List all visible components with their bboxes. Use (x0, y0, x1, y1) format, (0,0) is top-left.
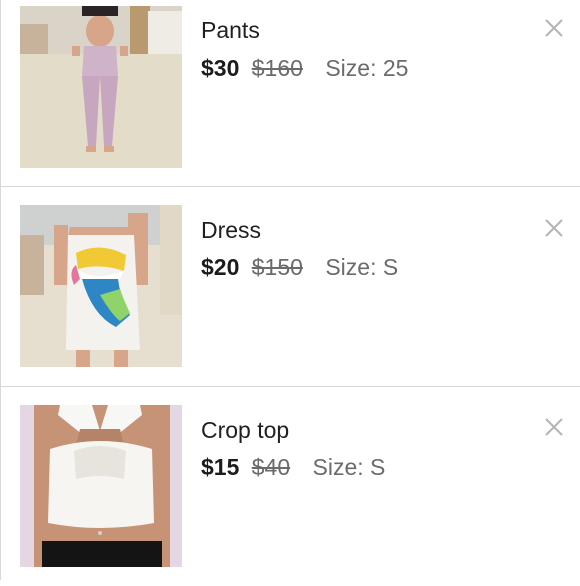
list-item-dress[interactable]: Dress $20 $150 Size: S (1, 187, 580, 386)
item-original-price: $40 (251, 454, 291, 480)
bundle-item-list: Pants $30 $160 Size: 25 Dress $20 $150 S… (0, 0, 580, 580)
item-price: $15 (201, 454, 240, 480)
pants-photo (20, 6, 182, 168)
remove-item-button[interactable] (543, 217, 565, 239)
list-item-crop-top[interactable]: Crop top $15 $40 Size: S (1, 387, 580, 586)
item-price: $20 (201, 254, 240, 280)
item-thumbnail[interactable] (20, 205, 182, 367)
item-name: Pants (201, 17, 260, 43)
list-item-pants[interactable]: Pants $30 $160 Size: 25 (1, 0, 580, 199)
item-price: $30 (201, 55, 240, 81)
item-name: Crop top (201, 417, 290, 443)
crop-top-photo (20, 405, 182, 567)
item-size: Size: S (312, 454, 386, 480)
item-name: Dress (201, 217, 262, 243)
item-size: Size: 25 (325, 55, 409, 81)
price-row: $15 $40 Size: S (201, 453, 385, 481)
price-row: $20 $150 Size: S (201, 253, 398, 281)
remove-item-button[interactable] (543, 17, 565, 39)
item-original-price: $150 (251, 254, 303, 280)
item-size: Size: S (325, 254, 399, 280)
close-icon (545, 418, 563, 436)
close-icon (545, 19, 563, 37)
remove-item-button[interactable] (543, 416, 565, 438)
item-thumbnail[interactable] (20, 6, 182, 168)
item-thumbnail[interactable] (20, 405, 182, 567)
dress-photo (20, 205, 182, 367)
item-original-price: $160 (251, 55, 303, 81)
close-icon (545, 219, 563, 237)
price-row: $30 $160 Size: 25 (201, 54, 408, 82)
